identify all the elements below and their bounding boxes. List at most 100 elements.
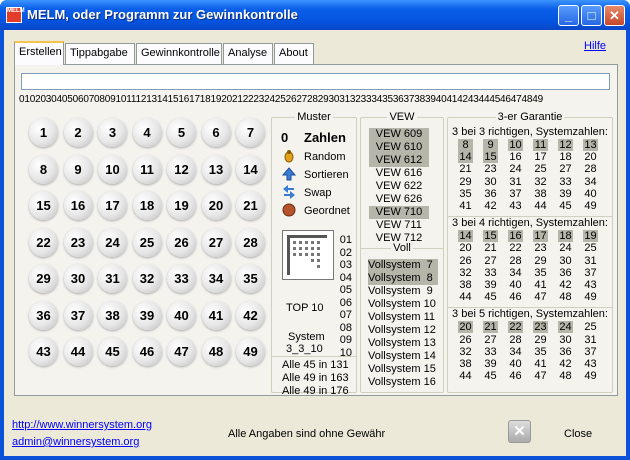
ball-number[interactable]: 27	[201, 227, 231, 257]
title-bar[interactable]: MELM MELM, oder Programm zur Gewinnkontr…	[0, 0, 630, 30]
tab-analyse[interactable]: Analyse	[223, 43, 273, 64]
swap-icon[interactable]	[282, 185, 296, 199]
ball-number[interactable]: 1	[29, 118, 58, 147]
close-window-button[interactable]: ✕	[604, 5, 625, 26]
ball-number[interactable]: 12	[167, 154, 196, 184]
tab-tippabgabe[interactable]: Tippabgabe	[65, 43, 135, 64]
ball-number[interactable]: 33	[167, 264, 196, 293]
muster-item[interactable]: 09	[334, 334, 352, 347]
minimize-button[interactable]: _	[558, 5, 579, 26]
ball-number[interactable]: 9	[63, 154, 93, 184]
muster-item[interactable]: 04	[334, 272, 352, 285]
ball-number[interactable]: 11	[132, 154, 162, 184]
vollsystem-item[interactable]: Vollsystem 9	[368, 285, 438, 298]
ball-number[interactable]: 3	[98, 118, 127, 147]
ball-number[interactable]: 5	[167, 118, 196, 147]
ball-number[interactable]: 47	[167, 337, 196, 366]
ball-number[interactable]: 18	[132, 191, 162, 220]
muster-item[interactable]: 07	[334, 309, 352, 322]
vew-item[interactable]: VEW 616	[369, 167, 429, 180]
ball-number[interactable]: 28	[236, 227, 265, 257]
ball-number[interactable]: 16	[63, 191, 93, 220]
ball-number[interactable]: 6	[201, 118, 231, 147]
ball-number[interactable]: 35	[236, 264, 265, 293]
vollsystem-item[interactable]: Vollsystem 15	[368, 363, 438, 376]
sortieren-button[interactable]: Sortieren	[304, 169, 349, 181]
ball-number[interactable]: 31	[98, 264, 127, 293]
close-x-button[interactable]: ✕	[508, 420, 531, 443]
vew-item[interactable]: VEW 612	[369, 154, 429, 167]
top10-label[interactable]: TOP 10	[286, 302, 324, 314]
muster-item[interactable]: 10	[334, 347, 352, 360]
ball-number[interactable]: 46	[132, 337, 162, 366]
muster-item[interactable]: 01	[334, 234, 352, 247]
ball-number[interactable]: 21	[236, 191, 265, 220]
muster-item[interactable]: 02	[334, 247, 352, 260]
ball-number[interactable]: 2	[63, 118, 93, 147]
vew-item[interactable]: VEW 711	[369, 219, 429, 232]
ball-number[interactable]: 43	[29, 337, 58, 366]
muster-item[interactable]: 03	[334, 259, 352, 272]
ball-number[interactable]: 42	[236, 300, 265, 330]
ball-number[interactable]: 24	[98, 227, 127, 257]
tab-gewinnkontrolle[interactable]: Gewinnkontrolle	[136, 43, 222, 64]
vollsystem-item[interactable]: Vollsystem 10	[368, 298, 438, 311]
vew-item[interactable]: VEW 626	[369, 193, 429, 206]
vew-item[interactable]: VEW 609	[369, 128, 429, 141]
ball-number[interactable]: 19	[167, 191, 196, 220]
alle-item[interactable]: Alle 49 in 176	[282, 385, 349, 397]
muster-item[interactable]: 06	[334, 297, 352, 310]
website-link[interactable]: http://www.winnersystem.org	[12, 419, 152, 431]
ball-number[interactable]: 8	[29, 154, 58, 184]
ball-number[interactable]: 36	[29, 300, 58, 330]
ball-number[interactable]: 49	[236, 337, 265, 366]
ball-number[interactable]: 48	[201, 337, 231, 366]
vollsystem-item[interactable]: Vollsystem 13	[368, 337, 438, 350]
random-button[interactable]: Random	[304, 151, 346, 163]
ball-number[interactable]: 32	[132, 264, 162, 293]
ball-number[interactable]: 38	[98, 300, 127, 330]
ball-number[interactable]: 41	[201, 300, 231, 330]
vollsystem-item[interactable]: Vollsystem 16	[368, 376, 438, 389]
ball-number[interactable]: 40	[167, 300, 196, 330]
numbers-input[interactable]	[21, 73, 610, 90]
tab-about[interactable]: About	[274, 43, 314, 64]
swap-button[interactable]: Swap	[304, 187, 332, 199]
bug-icon[interactable]	[282, 149, 296, 163]
ball-number[interactable]: 29	[29, 264, 58, 293]
alle-item[interactable]: Alle 49 in 163	[282, 372, 349, 384]
ball-number[interactable]: 30	[63, 264, 93, 293]
tab-erstellen[interactable]: Erstellen	[14, 41, 64, 65]
ball-number[interactable]: 44	[63, 337, 93, 366]
vollsystem-item[interactable]: Vollsystem 12	[368, 324, 438, 337]
ball-number[interactable]: 4	[132, 118, 162, 147]
ball-number[interactable]: 23	[63, 227, 93, 257]
ball-number[interactable]: 17	[98, 191, 127, 220]
muster-item[interactable]: 08	[334, 322, 352, 335]
ball-number[interactable]: 26	[167, 227, 196, 257]
alle-item[interactable]: Alle 45 in 131	[282, 359, 349, 371]
vew-item[interactable]: VEW 622	[369, 180, 429, 193]
vew-item[interactable]: VEW 610	[369, 141, 429, 154]
vew-item[interactable]: VEW 710	[369, 206, 429, 219]
vollsystem-item[interactable]: Vollsystem 11	[368, 311, 438, 324]
ball-number[interactable]: 39	[132, 300, 162, 330]
vollsystem-item[interactable]: Vollsystem 14	[368, 350, 438, 363]
ball-number[interactable]: 25	[132, 227, 162, 257]
email-link[interactable]: admin@winnersystem.org	[12, 436, 139, 448]
globe-icon[interactable]	[282, 203, 296, 217]
ball-number[interactable]: 7	[236, 118, 265, 147]
ball-number[interactable]: 20	[201, 191, 231, 220]
ball-number[interactable]: 22	[29, 227, 58, 257]
ball-number[interactable]: 34	[201, 264, 231, 293]
close-button[interactable]: Close	[564, 428, 592, 440]
vollsystem-item[interactable]: Vollsystem 8	[368, 272, 438, 285]
ball-number[interactable]: 37	[63, 300, 93, 330]
ball-number[interactable]: 13	[201, 154, 231, 184]
geordnet-button[interactable]: Geordnet	[304, 205, 350, 217]
ball-number[interactable]: 45	[98, 337, 127, 366]
vollsystem-item[interactable]: Vollsystem 7	[368, 259, 438, 272]
ball-number[interactable]: 10	[98, 154, 127, 184]
ball-number[interactable]: 15	[29, 191, 58, 220]
ball-number[interactable]: 14	[236, 154, 265, 184]
